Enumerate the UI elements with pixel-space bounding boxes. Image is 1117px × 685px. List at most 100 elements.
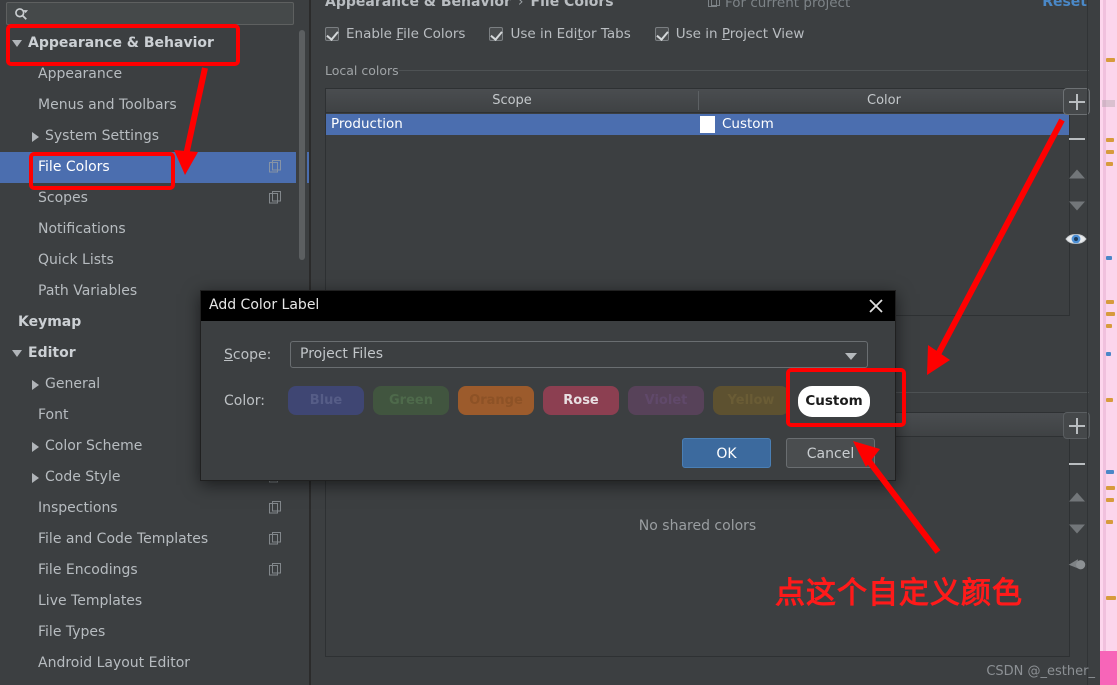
checkbox-box[interactable] [654,27,669,41]
shared-move-down-button[interactable] [1063,515,1090,542]
chevron-right-icon[interactable] [32,441,39,452]
sidebar-item-label: Editor [28,345,76,361]
sidebar-item-label: File Encodings [38,562,138,578]
sidebar-item-label: Scopes [38,190,88,206]
checkbox-box[interactable] [489,27,504,41]
close-icon[interactable] [866,296,886,316]
search-icon [15,8,28,20]
project-badge-icon [269,501,281,514]
dialog-title-bar[interactable]: Add Color Label [201,291,895,321]
project-badge-icon [269,532,281,545]
scope-select-value: Project Files [300,346,384,362]
local-colors-table[interactable]: Scope Color Production Custom [325,88,1070,316]
shared-add-button[interactable] [1063,412,1090,439]
cloud-icon [1068,559,1086,570]
scope-field-label: Scope: [224,347,271,363]
local-colors-table-header: Scope Color [326,89,1069,113]
file-colors-highlight [29,152,175,190]
shared-colors-empty-message: No shared colors [638,518,757,534]
sidebar-item-android-layout-editor[interactable]: Android Layout Editor [0,648,310,679]
breadcrumb-leaf: File Colors [530,0,614,10]
triangle-down-icon [1068,524,1085,533]
sidebar-item-file-types[interactable]: File Types [0,617,310,648]
sidebar-item-label: File Types [38,624,106,640]
breadcrumb-root[interactable]: Appearance & Behavior [325,0,511,10]
cancel-button[interactable]: Cancel [786,438,875,468]
chevron-down-icon[interactable] [12,350,22,357]
triangle-up-icon [1068,169,1085,178]
label-pre: Use in [675,26,722,42]
label-post: ile Colors [403,26,466,42]
sidebar-item-file-and-code-templates[interactable]: File and Code Templates [0,524,310,555]
sidebar-item-live-templates[interactable]: Live Templates [0,586,310,617]
scope-label-rest: cope: [232,347,272,363]
cell-color-swatch [700,116,715,133]
breadcrumb-separator: › [517,0,524,10]
cell-color-name: Custom [722,116,774,132]
local-visibility-button[interactable] [1063,225,1090,252]
checkbox-label: Enable File Colors [346,26,465,42]
for-current-project-text: For current project [725,0,851,11]
settings-search-box[interactable] [6,2,294,25]
local-colors-group-line [399,70,1089,71]
shared-remove-button[interactable] [1063,450,1090,477]
local-remove-button[interactable] [1063,125,1090,152]
checkbox-option-1[interactable]: Use in Editor Tabs [489,26,631,42]
local-move-up-button[interactable] [1063,160,1090,187]
chevron-right-icon[interactable] [32,131,39,142]
chevron-right-icon[interactable] [32,472,39,483]
project-badge-icon [269,563,281,576]
color-swatch-orange[interactable]: Orange [458,386,534,415]
checkbox-box[interactable] [325,27,339,41]
sidebar-item-label: Android Layout Editor [38,655,191,671]
reset-link[interactable]: Reset [1042,0,1087,10]
sidebar-item-label: Font [38,407,69,423]
content-right-divider [1087,0,1088,685]
checkbox-option-0[interactable]: Enable File Colors [325,26,465,42]
shared-move-up-button[interactable] [1063,483,1090,510]
sidebar-item-file-encodings[interactable]: File Encodings [0,555,310,586]
eye-icon [1065,234,1087,244]
color-swatch-violet[interactable]: Violet [628,386,704,415]
sidebar-item-inspections[interactable]: Inspections [0,493,310,524]
label-pre: Enable [346,26,397,42]
dialog-title: Add Color Label [209,297,320,313]
label-mnemonic: P [721,26,730,42]
sidebar-item-notifications[interactable]: Notifications [0,214,310,245]
color-swatch-yellow[interactable]: Yellow [713,386,789,415]
breadcrumb: Appearance & Behavior › File Colors [325,0,614,10]
checkbox-option-2[interactable]: Use in Project View [654,26,805,42]
color-swatch-blue[interactable]: Blue [288,386,364,415]
search-input[interactable] [37,5,287,23]
chevron-right-icon[interactable] [32,379,39,390]
scope-select[interactable]: Project Files [290,341,868,368]
checkbox-label: Use in Editor Tabs [510,26,630,42]
for-current-project-label: For current project [708,0,850,11]
screenshot-root: Appearance & Behavior Appearance Menus and… [0,0,1117,685]
column-header-scope[interactable]: Scope [326,89,698,112]
sidebar-item-quick-lists[interactable]: Quick Lists [0,245,310,276]
table-row[interactable]: Production Custom [326,114,1069,135]
scope-label-mnemonic: S [224,347,233,363]
color-swatch-rose[interactable]: Rose [543,386,619,415]
shared-share-button[interactable] [1063,548,1090,575]
color-swatch-green[interactable]: Green [373,386,449,415]
label-post: or Tabs [582,26,631,42]
annotation-note: 点这个自定义颜色 [775,576,1023,611]
label-pre: Use in Edi [510,26,578,42]
local-add-button[interactable] [1063,88,1090,115]
sidebar-item-label: Appearance [38,66,123,82]
color-field-label: Color: [224,393,266,409]
sidebar-scrollbar-thumb[interactable] [299,30,305,260]
checkbox-label: Use in Project View [676,26,805,42]
sidebar-item-system-settings[interactable]: System Settings [0,121,310,152]
watermark: CSDN @_esther_ [986,664,1095,679]
local-move-down-button[interactable] [1063,192,1090,219]
sidebar-item-label: Inspections [38,500,118,516]
sidebar-item-label: Code Style [45,469,121,485]
ok-button[interactable]: OK [682,438,771,468]
column-header-color[interactable]: Color [699,89,1069,112]
chevron-down-icon [845,353,857,360]
label-post: roject View [729,26,805,42]
sidebar-item-menus-and-toolbars[interactable]: Menus and Toolbars [0,90,310,121]
